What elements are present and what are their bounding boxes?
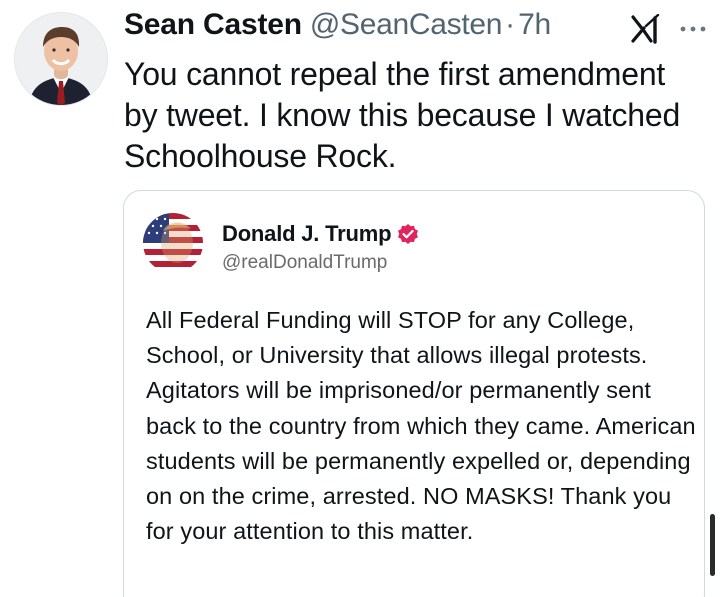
quoted-tweet-text: All Federal Funding will STOP for any Co… [146, 307, 696, 545]
quoted-name-row: Donald J. Trump [222, 221, 419, 247]
tweet-text: You cannot repeal the first amendment by… [124, 56, 681, 174]
quoted-author-name[interactable]: Donald J. Trump [222, 221, 392, 247]
verified-badge-icon [398, 224, 419, 244]
scrollbar[interactable] [710, 514, 715, 576]
tweet-view: Sean Casten @SeanCasten · 7h You cannot … [0, 0, 720, 597]
quoted-author-handle[interactable]: @realDonaldTrump [222, 252, 387, 274]
quoted-author-avatar[interactable] [143, 213, 203, 273]
author-avatar-image [15, 13, 107, 105]
quoted-tweet-card[interactable]: Donald J. Trump @realDonaldTrump All Fed… [123, 190, 705, 597]
author-handle[interactable]: @SeanCasten [310, 8, 503, 42]
header-separator: · [505, 8, 516, 41]
tweet-timestamp[interactable]: 7h [518, 8, 551, 42]
author-name[interactable]: Sean Casten [124, 8, 302, 42]
grok-icon[interactable] [631, 14, 663, 44]
tweet-header: Sean Casten @SeanCasten · 7h [124, 8, 551, 48]
quoted-avatar-image [143, 213, 203, 273]
author-avatar[interactable] [14, 12, 108, 106]
more-options-icon[interactable] [678, 22, 708, 36]
